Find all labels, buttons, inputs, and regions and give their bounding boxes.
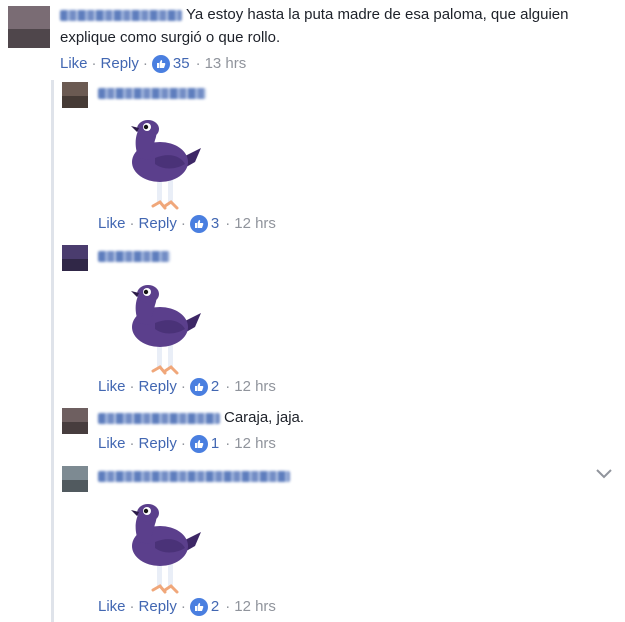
like-link[interactable]: Like: [98, 598, 126, 616]
reaction-count[interactable]: 35: [173, 55, 190, 73]
avatar[interactable]: [62, 82, 88, 108]
comment-actions: Like · Reply · 3 · 12 hrs: [98, 215, 276, 233]
reaction-count[interactable]: 3: [211, 215, 219, 233]
reply-link[interactable]: Reply: [139, 598, 177, 616]
separator: ·: [225, 435, 231, 452]
thumbs-up-icon[interactable]: [189, 598, 208, 616]
commenter-name-redacted[interactable]: [98, 88, 206, 99]
separator: ·: [225, 215, 231, 232]
avatar[interactable]: [8, 6, 50, 48]
separator: ·: [225, 598, 231, 615]
reaction-count[interactable]: 2: [211, 598, 219, 616]
reply-link[interactable]: Reply: [101, 55, 139, 73]
like-link[interactable]: Like: [98, 215, 126, 233]
thumbs-up-icon[interactable]: [189, 215, 208, 233]
reaction-count[interactable]: 2: [211, 378, 219, 396]
separator: ·: [180, 435, 186, 452]
chevron-down-icon[interactable]: [595, 468, 613, 480]
reaction-count[interactable]: 1: [211, 435, 219, 453]
reply-link[interactable]: Reply: [139, 215, 177, 233]
separator: ·: [129, 215, 135, 232]
reply-link[interactable]: Reply: [139, 378, 177, 396]
like-link[interactable]: Like: [60, 55, 88, 73]
thumbs-up-icon[interactable]: [189, 435, 208, 453]
timestamp[interactable]: 12 hrs: [234, 215, 276, 233]
separator: ·: [180, 215, 186, 232]
comment-actions: Like · Reply · 2 · 12 hrs: [98, 598, 276, 616]
trash-dove-sticker: [129, 118, 203, 210]
separator: ·: [129, 378, 135, 395]
separator: ·: [225, 378, 231, 395]
timestamp[interactable]: 12 hrs: [234, 598, 276, 616]
comment-text: Ya estoy hasta la puta madre de esa palo…: [186, 6, 569, 23]
comment-text: Caraja, jaja.: [224, 409, 305, 426]
comment-text-continued: explique como surgió o que rollo.: [60, 29, 281, 46]
thumbs-up-icon[interactable]: [151, 55, 170, 73]
trash-dove-sticker: [129, 283, 203, 375]
like-link[interactable]: Like: [98, 378, 126, 396]
separator: ·: [142, 55, 148, 72]
commenter-name-redacted[interactable]: [60, 10, 182, 21]
separator: ·: [180, 378, 186, 395]
separator: ·: [129, 598, 135, 615]
timestamp[interactable]: 12 hrs: [234, 435, 276, 453]
comment-actions: Like · Reply · 2 · 12 hrs: [98, 378, 276, 396]
reply-thread-line: [51, 80, 54, 622]
like-link[interactable]: Like: [98, 435, 126, 453]
avatar[interactable]: [62, 466, 88, 492]
avatar[interactable]: [62, 245, 88, 271]
separator: ·: [195, 55, 201, 72]
separator: ·: [129, 435, 135, 452]
separator: ·: [180, 598, 186, 615]
commenter-name-redacted[interactable]: [98, 413, 220, 424]
comment-actions: Like · Reply · 35 · 13 hrs: [60, 55, 246, 73]
comment-actions: Like · Reply · 1 · 12 hrs: [98, 435, 276, 453]
separator: ·: [91, 55, 97, 72]
trash-dove-sticker: [129, 502, 203, 594]
reply-link[interactable]: Reply: [139, 435, 177, 453]
thumbs-up-icon[interactable]: [189, 378, 208, 396]
commenter-name-redacted[interactable]: [98, 471, 290, 482]
timestamp[interactable]: 12 hrs: [234, 378, 276, 396]
timestamp[interactable]: 13 hrs: [205, 55, 247, 73]
commenter-name-redacted[interactable]: [98, 251, 170, 262]
avatar[interactable]: [62, 408, 88, 434]
